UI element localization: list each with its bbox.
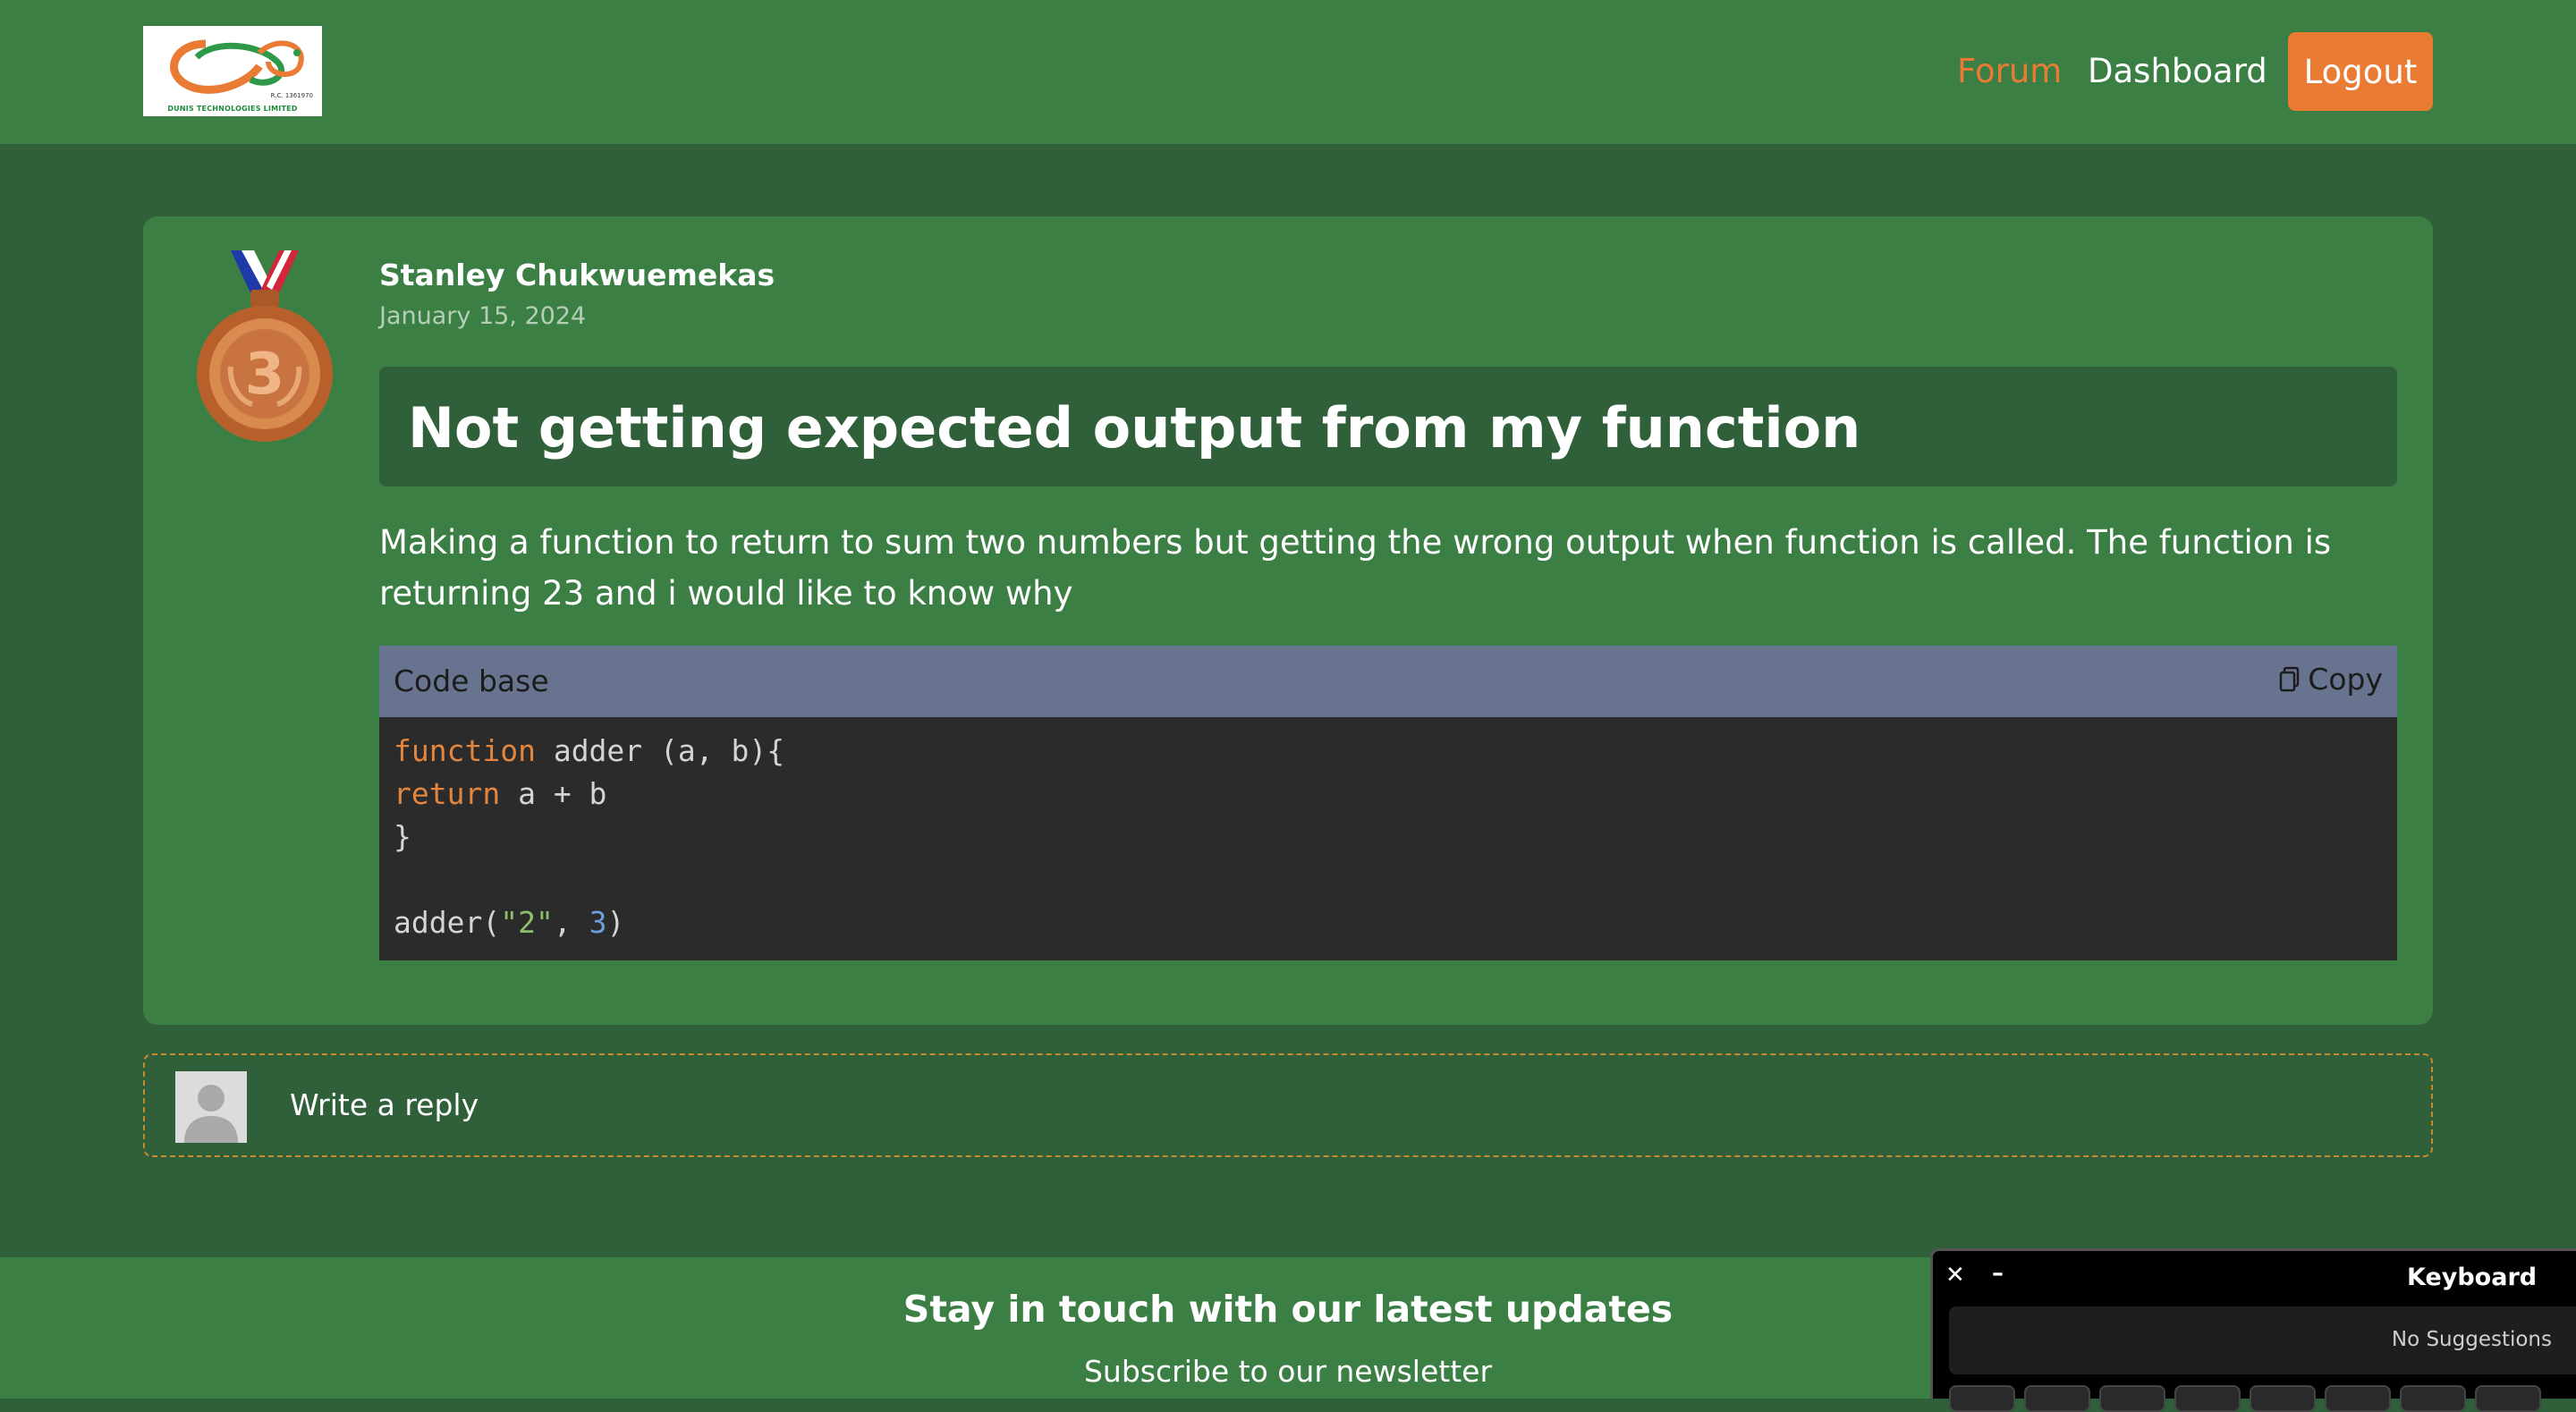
code-line: function adder (a, b){ <box>394 733 785 768</box>
nav-dashboard-link[interactable]: Dashboard <box>2088 50 2267 93</box>
keyboard-key[interactable] <box>2024 1385 2090 1412</box>
logo-registration-number: R.C. 1361970 <box>270 92 313 99</box>
code-line: adder("2", 3) <box>394 905 625 940</box>
post-date: January 15, 2024 <box>379 302 587 330</box>
keyboard-title: Keyboard <box>2407 1264 2538 1291</box>
top-navbar: R.C. 1361970 DUNIS TECHNOLOGIES LIMITED … <box>0 0 2576 144</box>
code-block-label: Code base <box>394 664 549 698</box>
keyboard-close-icon[interactable]: ✕ <box>1945 1262 1965 1289</box>
company-logo[interactable]: R.C. 1361970 DUNIS TECHNOLOGIES LIMITED <box>143 26 322 116</box>
keyboard-key[interactable] <box>2400 1385 2466 1412</box>
keyboard-suggestion-text: No Suggestions <box>2391 1328 2552 1351</box>
reply-input[interactable]: Write a reply <box>143 1053 2433 1157</box>
keyboard-key[interactable] <box>2174 1385 2241 1412</box>
code-block-header: Code base Copy <box>379 646 2397 717</box>
copy-label: Copy <box>2308 662 2383 697</box>
logo-caption: DUNIS TECHNOLOGIES LIMITED <box>167 105 298 113</box>
logout-button[interactable]: Logout <box>2288 32 2433 111</box>
code-block: function adder (a, b){ return a + b } ad… <box>379 717 2397 960</box>
clipboard-icon <box>2280 666 2300 691</box>
bronze-medal-icon: 3 <box>197 250 333 442</box>
keyboard-minimize-icon[interactable]: – <box>1992 1260 2004 1287</box>
keyboard-key[interactable] <box>2325 1385 2391 1412</box>
keyboard-key[interactable] <box>2250 1385 2316 1412</box>
keyboard-suggestion-bar: No Suggestions <box>1949 1306 2576 1374</box>
logo-mark-icon <box>170 39 304 94</box>
post-body: Making a function to return to sum two n… <box>379 523 2332 613</box>
user-avatar-icon <box>175 1071 247 1143</box>
post-title: Not getting expected output from my func… <box>408 395 1861 461</box>
post-author[interactable]: Stanley Chukwuemekas <box>379 258 775 292</box>
code-line: return a + b <box>394 776 607 811</box>
post-title-box: Not getting expected output from my func… <box>379 367 2397 486</box>
on-screen-keyboard: ✕ – Keyboard No Suggestions <box>1930 1248 2576 1412</box>
code-line: } <box>394 819 411 854</box>
keyboard-key[interactable] <box>2099 1385 2165 1412</box>
forum-post-card: 3 Stanley Chukwuemekas January 15, 2024 … <box>143 216 2433 1025</box>
nav-forum-link[interactable]: Forum <box>1957 50 2062 93</box>
keyboard-key[interactable] <box>2475 1385 2541 1412</box>
reply-placeholder: Write a reply <box>290 1087 479 1122</box>
keyboard-key[interactable] <box>1949 1385 2015 1412</box>
medal-rank-number: 3 <box>245 342 285 408</box>
copy-code-button[interactable]: Copy <box>2279 662 2383 697</box>
